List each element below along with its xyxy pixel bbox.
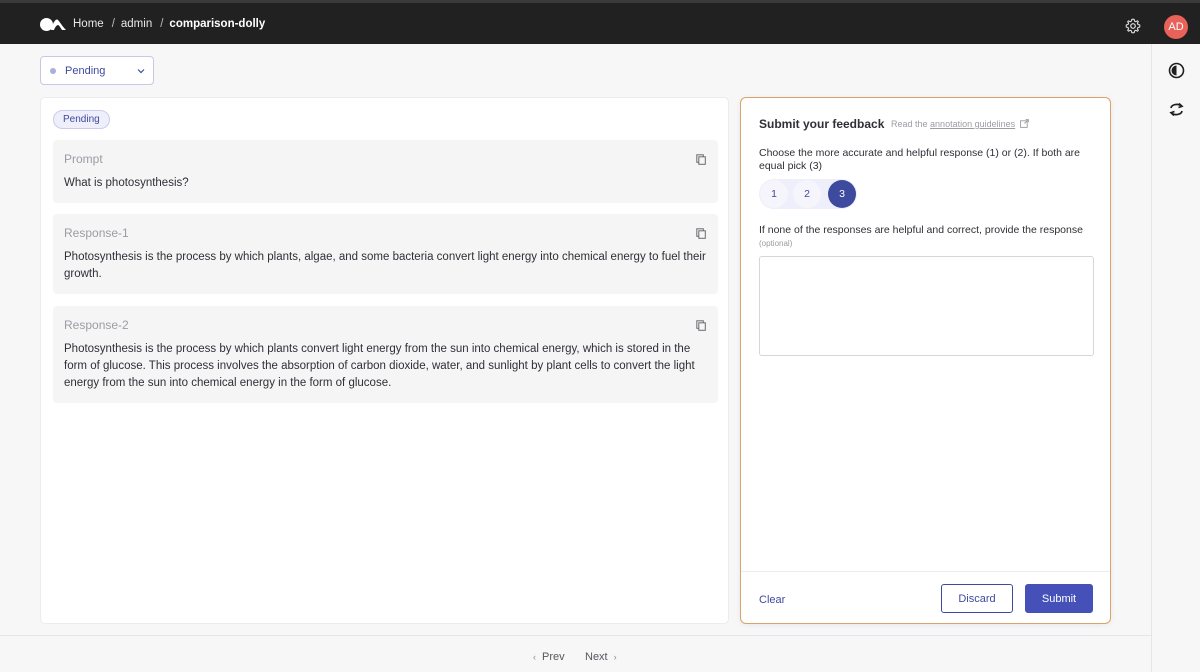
rank-option-3[interactable]: 3 <box>828 180 856 208</box>
status-filter-value: Pending <box>65 64 106 77</box>
guidelines-prefix: Read the <box>891 119 928 129</box>
chevron-down-icon <box>137 69 145 74</box>
status-filter-dropdown[interactable]: Pending <box>40 56 154 85</box>
breadcrumb-dataset: comparison-dolly <box>169 18 266 30</box>
user-avatar[interactable]: AD <box>1164 15 1188 39</box>
status-dot-icon <box>50 67 56 74</box>
feedback-panel: Submit your feedback Read the annotation… <box>740 97 1111 624</box>
copy-icon[interactable] <box>696 154 706 165</box>
prev-button[interactable]: ‹ Prev <box>533 651 565 663</box>
guidelines-hint: Read the annotation guidelines <box>891 119 1029 129</box>
annotation-guidelines-link[interactable]: annotation guidelines <box>930 119 1015 129</box>
corrected-response-question: If none of the responses are helpful and… <box>759 224 1083 236</box>
breadcrumb: Home / admin / comparison-dolly <box>73 18 265 30</box>
refresh-icon[interactable] <box>1168 101 1185 118</box>
contrast-theme-icon[interactable] <box>1168 62 1185 79</box>
prompt-field-card: Prompt What is photosynthesis? <box>53 140 718 203</box>
response-1-field-card: Response-1 Photosynthesis is the process… <box>53 214 718 294</box>
pagination-bar: ‹ Prev Next › <box>0 635 1151 672</box>
prev-label: Prev <box>542 651 565 663</box>
field-label: Response-1 <box>64 226 129 240</box>
ranking-question: Choose the more accurate and helpful res… <box>759 147 1081 172</box>
field-text: Photosynthesis is the process by which p… <box>64 251 706 280</box>
response-2-field-card: Response-2 Photosynthesis is the process… <box>53 306 718 403</box>
submit-button[interactable]: Submit <box>1025 584 1093 613</box>
field-text: Photosynthesis is the process by which p… <box>64 343 695 389</box>
breadcrumb-home[interactable]: Home <box>73 18 104 30</box>
breadcrumb-separator: / <box>111 18 115 30</box>
corrected-response-textarea[interactable] <box>759 256 1094 356</box>
clear-button[interactable]: Clear <box>759 594 785 606</box>
chevron-right-icon: › <box>613 652 617 662</box>
record-panel: Pending Prompt What is photosynthesis? R… <box>40 97 729 624</box>
discard-button[interactable]: Discard <box>941 584 1013 613</box>
settings-gear-icon[interactable] <box>1125 18 1141 34</box>
feedback-footer: Clear Discard Submit <box>741 571 1110 623</box>
next-label: Next <box>585 651 608 663</box>
rank-option-2[interactable]: 2 <box>793 180 821 208</box>
chevron-left-icon: ‹ <box>533 652 536 662</box>
ranking-options: 1 2 3 <box>759 179 857 209</box>
rank-option-1[interactable]: 1 <box>760 180 788 208</box>
field-label: Response-2 <box>64 318 129 332</box>
external-link-icon[interactable] <box>1019 119 1029 128</box>
copy-icon[interactable] <box>696 320 706 331</box>
top-bar: Home / admin / comparison-dolly AD <box>0 0 1200 44</box>
optional-label: (optional) <box>759 239 793 248</box>
breadcrumb-user[interactable]: admin <box>121 18 152 30</box>
field-text: What is photosynthesis? <box>64 177 189 189</box>
breadcrumb-separator: / <box>160 18 164 30</box>
app-logo-icon[interactable] <box>40 16 66 32</box>
record-status-badge: Pending <box>53 110 110 129</box>
copy-icon[interactable] <box>696 228 706 239</box>
right-sidebar <box>1151 44 1200 672</box>
next-button[interactable]: Next › <box>585 651 617 663</box>
feedback-title: Submit your feedback <box>759 117 885 131</box>
field-label: Prompt <box>64 152 103 166</box>
